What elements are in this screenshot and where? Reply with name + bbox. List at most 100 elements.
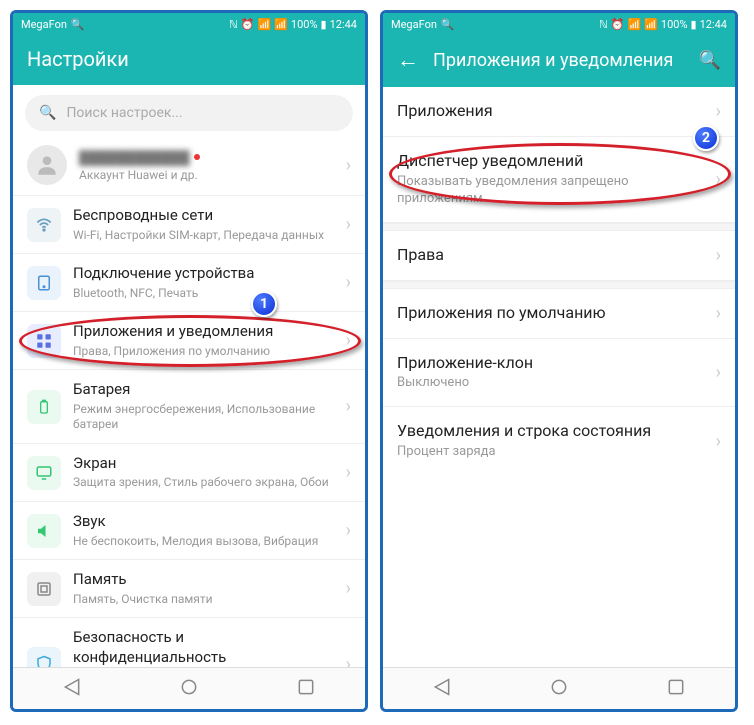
wifi-icon: 📶 — [258, 18, 272, 31]
chevron-right-icon: › — [346, 654, 351, 667]
row-title: Подключение устройства — [73, 264, 334, 284]
settings-list[interactable]: 🔍 Поиск настроек... ████████████ Аккаунт… — [13, 85, 365, 667]
row-security[interactable]: Безопасность и конфиденциальность Датчик… — [13, 618, 365, 667]
search-status-icon: 🔍 — [441, 18, 455, 31]
row-display[interactable]: Экран Защита зрения, Стиль рабочего экра… — [13, 444, 365, 502]
row-title: Батарея — [73, 380, 334, 400]
page-title: Приложения и уведомления — [433, 50, 685, 71]
alarm-icon: ⏰ — [241, 18, 255, 31]
row-sound[interactable]: Звук Не беспокоить, Мелодия вызова, Вибр… — [13, 502, 365, 560]
chevron-right-icon: › — [716, 362, 721, 383]
row-title: Приложения — [397, 101, 704, 122]
android-navbar — [383, 667, 735, 709]
chevron-right-icon: › — [346, 578, 351, 599]
row-device-connection[interactable]: Подключение устройства Bluetooth, NFC, П… — [13, 254, 365, 312]
battery-label: 100% — [291, 18, 318, 31]
row-sub: Wi-Fi, Настройки SIM-карт, Передача данн… — [73, 228, 334, 244]
search-button[interactable]: 🔍 — [699, 50, 721, 71]
badge-number: 2 — [702, 130, 710, 146]
apps-list[interactable]: Приложения › Диспетчер уведомлений Показ… — [383, 87, 735, 667]
row-apps-notifications[interactable]: Приложения и уведомления Права, Приложен… — [13, 312, 365, 370]
search-status-icon: 🔍 — [71, 18, 85, 31]
memory-icon — [27, 572, 61, 606]
row-sub: Bluetooth, NFC, Печать — [73, 286, 334, 302]
chevron-right-icon: › — [716, 101, 721, 122]
back-button[interactable]: ← — [397, 47, 419, 73]
android-navbar — [13, 667, 365, 709]
status-bar: MegaFon 🔍 ℕ ⏰ 📶 📶 100% ▮ 12:44 — [383, 13, 735, 35]
chevron-right-icon: › — [346, 520, 351, 541]
carrier-label: MegaFon — [391, 18, 437, 31]
notification-dot-icon — [194, 154, 200, 160]
row-sub: Защита зрения, Стиль рабочего экрана, Об… — [73, 475, 334, 491]
row-battery[interactable]: Батарея Режим энергосбережения, Использо… — [13, 370, 365, 444]
row-notifications-statusbar[interactable]: Уведомления и строка состояния Процент з… — [383, 407, 735, 475]
phone-left: MegaFon 🔍 ℕ ⏰ 📶 📶 100% ▮ 12:44 Настройки… — [10, 10, 368, 712]
page-title: Настройки — [27, 47, 351, 71]
battery-label: 100% — [661, 18, 688, 31]
chevron-right-icon: › — [346, 272, 351, 293]
row-memory[interactable]: Память Память, Очистка памяти › — [13, 560, 365, 618]
row-permissions[interactable]: Права › — [383, 231, 735, 281]
row-sub: Режим энергосбережения, Использование ба… — [73, 402, 334, 433]
row-title: Экран — [73, 454, 334, 474]
chevron-right-icon: › — [346, 396, 351, 417]
row-sub: Не беспокоить, Мелодия вызова, Вибрация — [73, 534, 334, 550]
alarm-icon: ⏰ — [611, 18, 625, 31]
section-divider — [383, 281, 735, 289]
row-title: Безопасность и конфиденциальность — [73, 628, 334, 667]
row-title: Уведомления и строка состояния — [397, 421, 704, 442]
chevron-right-icon: › — [346, 330, 351, 351]
row-title: Память — [73, 570, 334, 590]
phone-right: MegaFon 🔍 ℕ ⏰ 📶 📶 100% ▮ 12:44 ← Приложе… — [380, 10, 738, 712]
signal-icon: 📶 — [644, 18, 658, 31]
row-app-clone[interactable]: Приложение-клон Выключено › — [383, 339, 735, 408]
row-title: Приложения и уведомления — [73, 322, 334, 342]
chevron-right-icon: › — [346, 214, 351, 235]
nfc-icon: ℕ — [229, 18, 238, 31]
row-sub: Права, Приложения по умолчанию — [73, 344, 334, 360]
battery-icon — [27, 390, 61, 424]
row-title: Приложения по умолчанию — [397, 303, 704, 324]
sound-icon — [27, 514, 61, 548]
shield-icon — [27, 647, 61, 667]
row-wireless[interactable]: Беспроводные сети Wi-Fi, Настройки SIM-к… — [13, 196, 365, 254]
account-name-blurred: ████████████ — [79, 151, 190, 166]
account-row[interactable]: ████████████ Аккаунт Huawei и др. › — [13, 137, 365, 196]
carrier-label: MegaFon — [21, 18, 67, 31]
nav-recents-icon[interactable] — [296, 677, 316, 701]
badge-number: 1 — [260, 296, 268, 312]
display-icon — [27, 456, 61, 490]
search-icon: 🔍 — [39, 105, 56, 121]
row-sub: Показывать уведомления запрещено приложе… — [397, 174, 704, 208]
chevron-right-icon: › — [716, 245, 721, 266]
callout-badge: 2 — [693, 125, 719, 151]
row-title: Приложение-клон — [397, 353, 704, 374]
chevron-right-icon: › — [716, 303, 721, 324]
chevron-right-icon: › — [346, 462, 351, 483]
account-sub: Аккаунт Huawei и др. — [79, 168, 334, 184]
wifi-icon: 📶 — [628, 18, 642, 31]
row-sub: Процент заряда — [397, 444, 704, 461]
search-placeholder: Поиск настроек... — [66, 105, 182, 121]
row-title: Звук — [73, 512, 334, 532]
row-title: Диспетчер уведомлений — [397, 151, 704, 172]
wifi-icon — [27, 208, 61, 242]
row-apps[interactable]: Приложения › — [383, 87, 735, 137]
nav-recents-icon[interactable] — [666, 677, 686, 701]
nav-back-icon[interactable] — [432, 677, 452, 701]
nav-back-icon[interactable] — [62, 677, 82, 701]
nav-home-icon[interactable] — [179, 677, 199, 701]
battery-icon: ▮ — [321, 18, 327, 31]
avatar — [27, 145, 67, 185]
chevron-right-icon: › — [716, 431, 721, 452]
nav-home-icon[interactable] — [549, 677, 569, 701]
callout-badge: 1 — [251, 291, 277, 317]
status-bar: MegaFon 🔍 ℕ ⏰ 📶 📶 100% ▮ 12:44 — [13, 13, 365, 35]
bluetooth-icon — [27, 266, 61, 300]
row-default-apps[interactable]: Приложения по умолчанию › — [383, 289, 735, 339]
header: ← Приложения и уведомления 🔍 — [383, 35, 735, 87]
row-notification-manager[interactable]: Диспетчер уведомлений Показывать уведомл… — [383, 137, 735, 223]
battery-icon: ▮ — [691, 18, 697, 31]
search-input[interactable]: 🔍 Поиск настроек... — [25, 95, 353, 131]
